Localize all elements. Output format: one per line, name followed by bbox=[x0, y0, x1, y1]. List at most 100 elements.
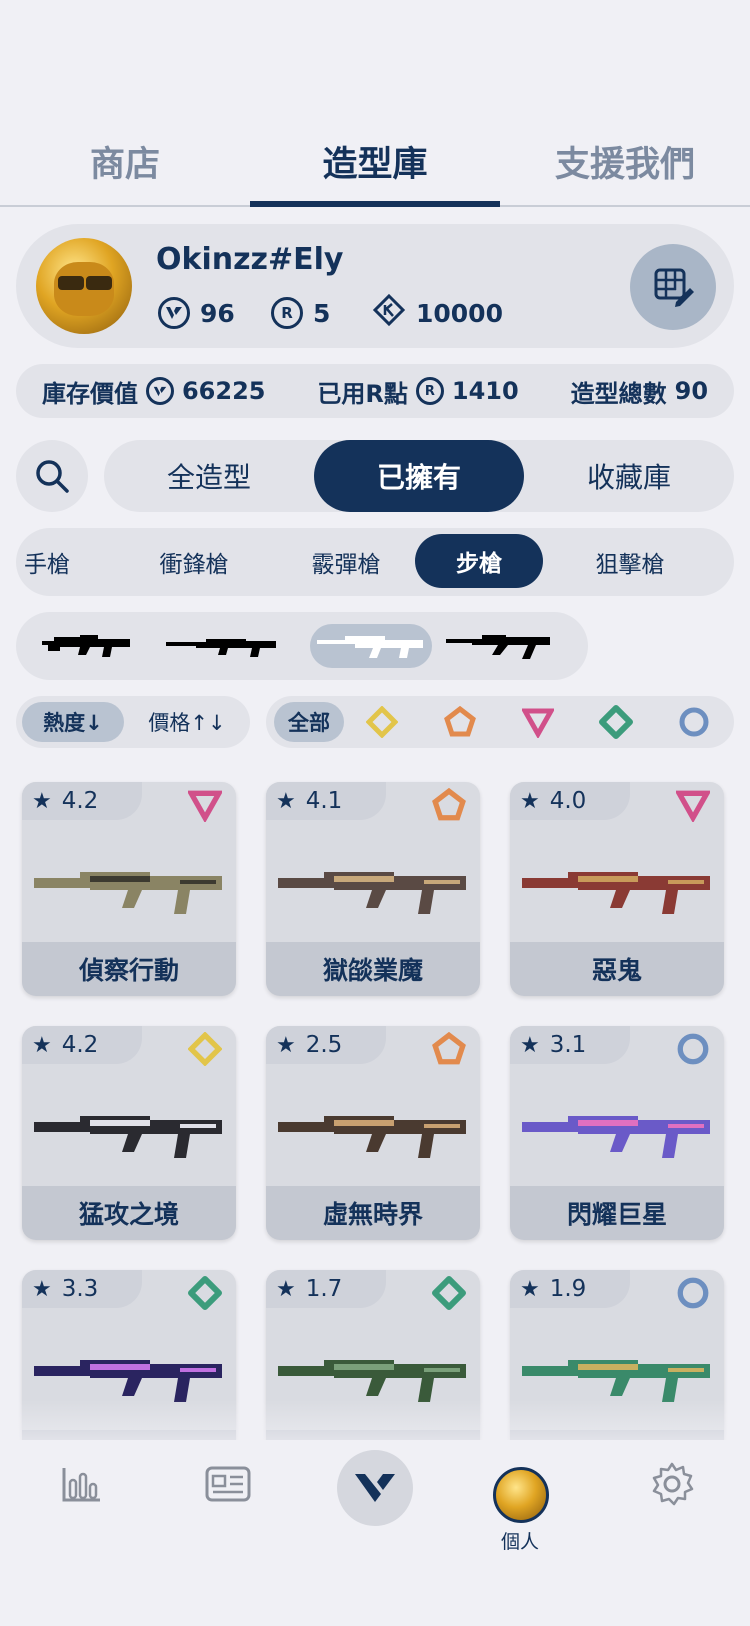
star-icon: ★ bbox=[520, 1032, 540, 1058]
kingdom-credits: 10000 bbox=[372, 293, 503, 333]
premium-tier-icon bbox=[676, 790, 710, 822]
sort-control: 熱度↓ 價格↑↓ bbox=[16, 696, 250, 748]
rifle-skin-image bbox=[34, 1116, 222, 1158]
ownership-filter: 全造型 已擁有 收藏庫 bbox=[104, 440, 734, 512]
filter-owned[interactable]: 已擁有 bbox=[314, 440, 524, 512]
sort-popularity[interactable]: 熱度↓ bbox=[22, 702, 124, 742]
profile-card: Okinzz#Ely 96 R 5 10000 bbox=[16, 224, 734, 348]
skin-card[interactable]: ★ 4.2 猛攻之境 bbox=[22, 1026, 236, 1240]
tab-library[interactable]: 造型庫 bbox=[250, 136, 500, 187]
category-sniper[interactable]: 狙擊槍 bbox=[570, 528, 690, 596]
rifle-skin-image bbox=[278, 872, 466, 914]
skin-rating: ★ 2.5 bbox=[266, 1026, 386, 1064]
vp-icon bbox=[145, 377, 174, 405]
select-tier-icon bbox=[188, 1032, 222, 1066]
nav-news[interactable] bbox=[198, 1454, 258, 1514]
radianite-icon: R bbox=[271, 297, 303, 329]
category-pistol[interactable]: 手槍 bbox=[16, 528, 82, 596]
skin-name: 閃耀巨星 bbox=[510, 1186, 724, 1240]
premium-tier-icon bbox=[188, 790, 222, 822]
rarity-select[interactable] bbox=[364, 704, 400, 740]
rarity-premium[interactable] bbox=[520, 704, 556, 740]
skin-card[interactable]: ★ 4.1 獄燄業魔 bbox=[266, 782, 480, 996]
rarity-ultra[interactable] bbox=[676, 704, 712, 740]
ultra-tier-icon bbox=[679, 707, 709, 737]
select-tier-icon bbox=[366, 706, 398, 738]
star-icon: ★ bbox=[32, 788, 52, 814]
weapon-guardian[interactable] bbox=[164, 624, 280, 668]
rarity-deluxe[interactable] bbox=[442, 704, 478, 740]
phantom-icon bbox=[317, 636, 423, 658]
skin-name: 獄燄業魔 bbox=[266, 942, 480, 996]
star-icon: ★ bbox=[520, 788, 540, 814]
vandal-icon bbox=[446, 635, 550, 659]
skin-name: 猛攻之境 bbox=[22, 1186, 236, 1240]
skin-card[interactable]: ★ 3.1 閃耀巨星 bbox=[510, 1026, 724, 1240]
weapon-phantom[interactable] bbox=[310, 624, 432, 668]
skin-card[interactable]: ★ 4.2 偵察行動 bbox=[22, 782, 236, 996]
rifle-skin-image bbox=[34, 872, 222, 914]
deluxe-tier-icon bbox=[432, 1032, 466, 1065]
bottom-nav bbox=[0, 1440, 750, 1626]
skin-rating: ★ 4.2 bbox=[22, 782, 142, 820]
edit-button[interactable] bbox=[630, 244, 716, 330]
guardian-icon bbox=[166, 639, 276, 657]
skin-rating: ★ 4.2 bbox=[22, 1026, 142, 1064]
exclusive-tier-icon bbox=[599, 705, 633, 739]
category-shotgun[interactable]: 霰彈槍 bbox=[286, 528, 406, 596]
nav-stats[interactable] bbox=[52, 1454, 112, 1514]
nav-home[interactable] bbox=[337, 1450, 413, 1526]
ultra-tier-icon bbox=[677, 1277, 709, 1309]
kingdom-credit-icon bbox=[372, 293, 406, 333]
weapon-vandal[interactable] bbox=[444, 624, 554, 668]
sort-price[interactable]: 價格↑↓ bbox=[128, 702, 246, 742]
weapon-bulldog[interactable] bbox=[36, 624, 136, 668]
skin-rating: ★ 1.9 bbox=[510, 1270, 630, 1308]
inventory-summary: 庫存價值 66225 已用R點 R 1410 造型總數 90 bbox=[16, 364, 734, 418]
avatar[interactable] bbox=[36, 238, 132, 334]
nav-profile-label[interactable]: 個人 bbox=[470, 1527, 570, 1554]
vp-icon bbox=[158, 297, 190, 329]
gear-icon bbox=[652, 1462, 694, 1506]
table-edit-icon bbox=[654, 268, 694, 307]
skin-rating: ★ 4.1 bbox=[266, 782, 386, 820]
search-button[interactable] bbox=[16, 440, 88, 512]
search-icon bbox=[36, 460, 69, 493]
rifle-skin-image bbox=[522, 872, 710, 914]
news-icon bbox=[205, 1466, 251, 1502]
skin-rating: ★ 3.3 bbox=[22, 1270, 142, 1308]
deluxe-tier-icon bbox=[432, 788, 466, 821]
rarity-exclusive[interactable] bbox=[598, 704, 634, 740]
star-icon: ★ bbox=[276, 1032, 296, 1058]
vp-balance: 96 bbox=[158, 296, 235, 330]
rarity-filter: 全部 bbox=[266, 696, 734, 748]
skin-name: 惡鬼 bbox=[510, 942, 724, 996]
radianite-icon: R bbox=[415, 377, 444, 405]
rarity-all[interactable]: 全部 bbox=[274, 702, 344, 742]
filter-collection[interactable]: 收藏庫 bbox=[524, 440, 734, 512]
rp-balance: R 5 bbox=[271, 296, 330, 330]
category-smg[interactable]: 衝鋒槍 bbox=[134, 528, 254, 596]
category-rifle[interactable]: 步槍 bbox=[415, 534, 543, 588]
filter-all-skins[interactable]: 全造型 bbox=[104, 440, 314, 512]
tab-support[interactable]: 支援我們 bbox=[500, 136, 750, 187]
deluxe-tier-icon bbox=[444, 706, 476, 737]
exclusive-tier-icon bbox=[432, 1276, 466, 1310]
tab-shop[interactable]: 商店 bbox=[0, 136, 250, 187]
ultra-tier-icon bbox=[677, 1033, 709, 1065]
rifle-skin-image bbox=[522, 1116, 710, 1158]
skin-rating: ★ 4.0 bbox=[510, 782, 630, 820]
skin-card[interactable]: ★ 2.5 虛無時界 bbox=[266, 1026, 480, 1240]
star-icon: ★ bbox=[276, 1276, 296, 1302]
nav-profile-avatar[interactable] bbox=[493, 1467, 549, 1523]
star-icon: ★ bbox=[276, 788, 296, 814]
premium-tier-icon bbox=[522, 708, 554, 738]
star-icon: ★ bbox=[520, 1276, 540, 1302]
skin-rating: ★ 3.1 bbox=[510, 1026, 630, 1064]
skin-card[interactable]: ★ 4.0 惡鬼 bbox=[510, 782, 724, 996]
skin-name: 偵察行動 bbox=[22, 942, 236, 996]
active-tab-indicator bbox=[250, 201, 500, 207]
bulldog-icon bbox=[42, 635, 130, 657]
nav-settings[interactable] bbox=[642, 1454, 702, 1514]
username: Okinzz#Ely bbox=[156, 242, 344, 277]
